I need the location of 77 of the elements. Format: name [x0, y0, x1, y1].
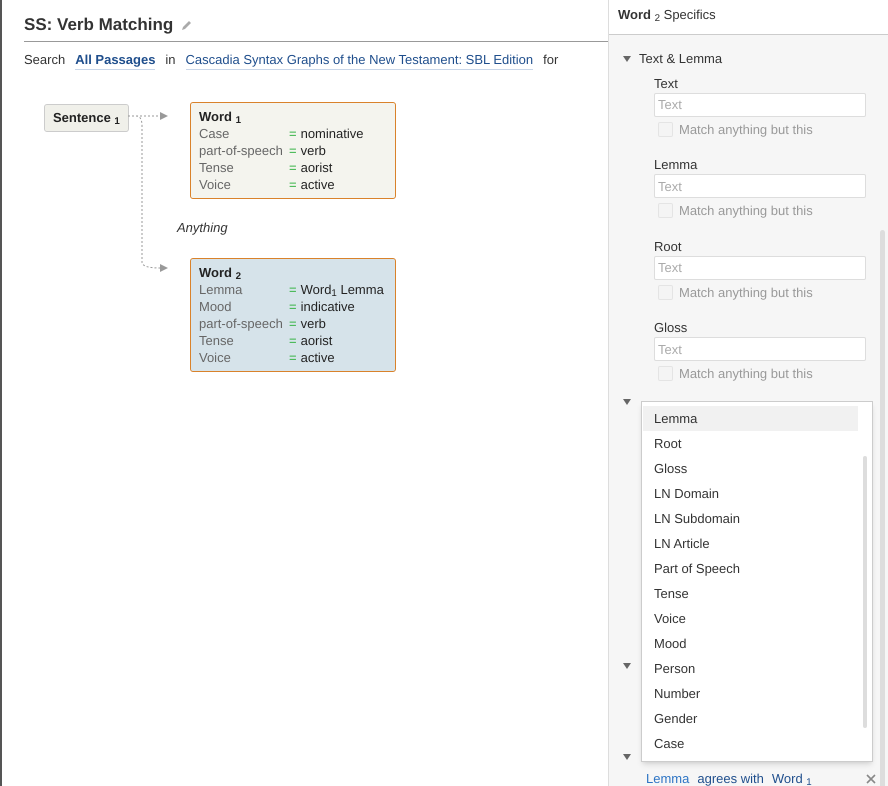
disclosure-triangle-icon[interactable]	[623, 399, 631, 405]
attribute-value: Word$_{1}$ Lemma	[300, 281, 384, 298]
menu-item[interactable]: Gloss	[643, 456, 858, 481]
word-node[interactable]: Word $_{1}$ Case = nominative part-of-speech = verb Tense = aorist Voice = active	[190, 102, 396, 199]
attribute-value: aorist	[300, 159, 332, 176]
attribute-name: Mood	[199, 298, 233, 315]
target-link[interactable]: Word $_{1}$	[772, 769, 812, 786]
panel-title: Word $_{2}$ Specifics	[618, 7, 716, 22]
input-field[interactable]: Text	[654, 256, 866, 280]
attribute-name: Tense	[199, 159, 235, 176]
attribute-value: verb	[300, 315, 326, 332]
equals-sign: =	[289, 281, 297, 298]
attribute-value: indicative	[300, 298, 355, 315]
menu-item[interactable]: Part of Speech	[643, 556, 858, 581]
attribute-value: active	[300, 349, 335, 366]
attribute-value: active	[300, 176, 335, 193]
attribute-name: Lemma	[199, 281, 244, 298]
equals-sign: =	[289, 176, 297, 193]
node-title: Word $_{1}$	[199, 108, 242, 125]
node-title: Word $_{2}$	[199, 264, 242, 281]
menu-item[interactable]: Lemma	[643, 406, 858, 431]
disclosure-triangle-icon[interactable]	[623, 56, 631, 62]
field-label: Lemma	[654, 157, 698, 173]
disclosure-triangle-icon[interactable]	[623, 754, 631, 760]
anything-label: Anything	[177, 219, 228, 237]
field-label: Gloss	[654, 320, 688, 336]
input-field[interactable]: Text	[654, 174, 866, 198]
field-label: Root	[654, 238, 682, 254]
property-link[interactable]: Lemma	[646, 769, 690, 786]
attribute-name: Case	[199, 125, 230, 142]
in-label: in	[165, 51, 176, 69]
equals-sign: =	[289, 349, 297, 366]
equals-sign: =	[289, 332, 297, 349]
menu-item[interactable]: Number	[643, 681, 858, 706]
input-field[interactable]: Text	[654, 337, 866, 361]
field-label: Text	[654, 76, 679, 92]
disclosure-triangle-icon[interactable]	[623, 663, 631, 669]
attribute-name: Tense	[199, 332, 235, 349]
menu-item[interactable]: Gender	[643, 706, 858, 731]
query-title: SS: Verb Matching	[24, 14, 174, 36]
scrollbar[interactable]	[863, 456, 867, 728]
equals-sign: =	[289, 298, 297, 315]
menu-item[interactable]: LN Domain	[643, 481, 858, 506]
menu-item[interactable]: Voice	[643, 606, 858, 631]
menu-item[interactable]: LN Subdomain	[643, 506, 858, 531]
attribute-name: part-of-speech	[199, 142, 284, 159]
menu-item[interactable]: Tense	[643, 581, 858, 606]
search-label: Search	[24, 51, 66, 69]
equals-sign: =	[289, 125, 297, 142]
source-link[interactable]: Cascadia Syntax Graphs of the New Testament: SBL Edition	[186, 50, 534, 70]
attribute-name: Voice	[199, 176, 232, 193]
section-title[interactable]: Text & Lemma	[639, 49, 722, 68]
attribute-value: verb	[300, 142, 326, 159]
checkbox-label: Match anything but this	[679, 120, 813, 139]
for-label: for	[543, 51, 558, 69]
equals-sign: =	[289, 159, 297, 176]
input-field[interactable]: Text	[654, 92, 866, 116]
attribute-name: Voice	[199, 349, 232, 366]
attribute-value: nominative	[300, 125, 364, 142]
equals-sign: =	[289, 315, 297, 332]
attribute-value: aorist	[300, 332, 332, 349]
checkbox-label: Match anything but this	[679, 202, 813, 220]
sentence-node[interactable]: Sentence $_{1}$	[44, 104, 129, 132]
relation-link[interactable]: agrees with	[697, 769, 764, 786]
pencil-icon[interactable]	[181, 18, 194, 31]
word-node[interactable]: Word $_{2}$ Lemma = Word$_{1}$ Lemma Mood = indicative part-of-speech = verb Tense = aorist Voice = active	[190, 258, 396, 372]
menu-item[interactable]: Mood	[643, 631, 858, 656]
close-icon[interactable]	[866, 774, 876, 784]
equals-sign: =	[289, 142, 297, 159]
menu-item[interactable]: Case	[643, 731, 858, 756]
menu-item[interactable]: Person	[643, 656, 858, 681]
menu-item[interactable]: LN Article	[643, 531, 858, 556]
menu-item[interactable]: Root	[643, 431, 858, 456]
attribute-name: part-of-speech	[199, 315, 284, 332]
checkbox-label: Match anything but this	[679, 284, 813, 302]
scope-link[interactable]: All Passages	[75, 50, 156, 70]
checkbox-label: Match anything but this	[679, 365, 813, 383]
